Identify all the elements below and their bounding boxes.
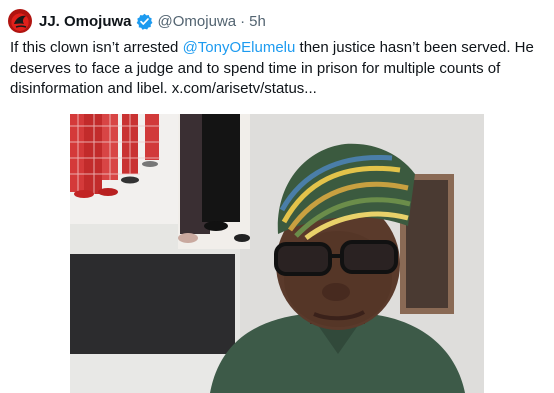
- tweet-timestamp[interactable]: 5h: [249, 13, 266, 30]
- tweet-video-media[interactable]: [70, 114, 484, 393]
- external-link[interactable]: x.com/arisetv/status...: [172, 80, 317, 97]
- author-handle[interactable]: @Omojuwa: [158, 13, 237, 30]
- author-avatar[interactable]: [8, 9, 32, 33]
- separator-dot: ·: [240, 12, 246, 30]
- tweet-text-part1: If this clown isn’t arrested: [10, 39, 183, 56]
- author-name[interactable]: JJ. Omojuwa: [39, 13, 132, 30]
- verified-badge-icon: [136, 13, 152, 30]
- tweet[interactable]: JJ. Omojuwa @Omojuwa · 5h If this clown …: [0, 0, 554, 393]
- mention-link[interactable]: @TonyOElumelu: [183, 39, 296, 56]
- avatar-logo-icon: [14, 15, 27, 28]
- video-frame-image: [70, 114, 484, 393]
- tweet-text: If this clown isn’t arrested @TonyOElume…: [10, 38, 550, 100]
- tweet-header: JJ. Omojuwa @Omojuwa · 5h: [8, 8, 266, 34]
